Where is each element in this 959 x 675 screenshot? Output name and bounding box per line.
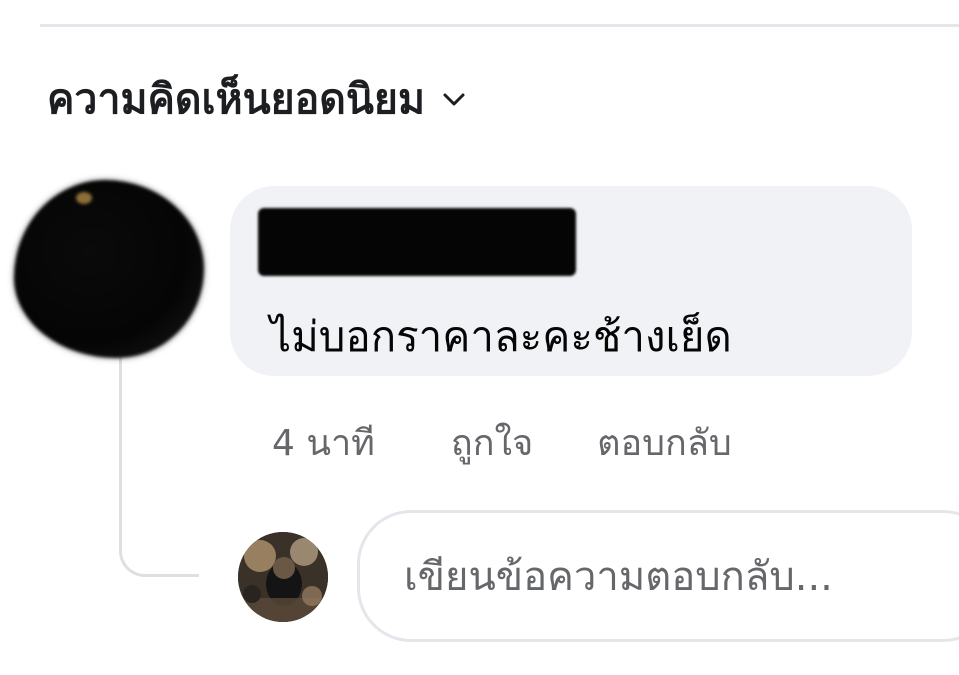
like-button[interactable]: ถูกใจ xyxy=(451,414,533,471)
reply-placeholder: เขียนข้อความตอบกลับ... xyxy=(404,554,833,600)
comment-timestamp[interactable]: 4 นาที xyxy=(272,414,375,471)
comment-actions: 4 นาที ถูกใจ ตอบกลับ xyxy=(272,412,732,472)
current-user-avatar[interactable] xyxy=(238,532,328,622)
reply-thread-line xyxy=(119,355,199,577)
section-divider xyxy=(40,24,959,27)
redacted-author-name xyxy=(258,208,576,276)
comment-text: ไม่บอกราคาละคะช้างเย็ด xyxy=(270,312,732,361)
comment-bubble: ไม่บอกราคาละคะช้างเย็ด xyxy=(230,186,912,376)
reply-button[interactable]: ตอบกลับ xyxy=(597,414,732,471)
sort-label: ความคิดเห็นยอดนิยม xyxy=(47,74,425,123)
reply-input[interactable]: เขียนข้อความตอบกลับ... xyxy=(357,510,959,642)
comment-sort-dropdown[interactable]: ความคิดเห็นยอดนิยม xyxy=(47,64,469,134)
commenter-avatar[interactable] xyxy=(14,180,204,358)
chevron-down-icon xyxy=(439,85,469,115)
